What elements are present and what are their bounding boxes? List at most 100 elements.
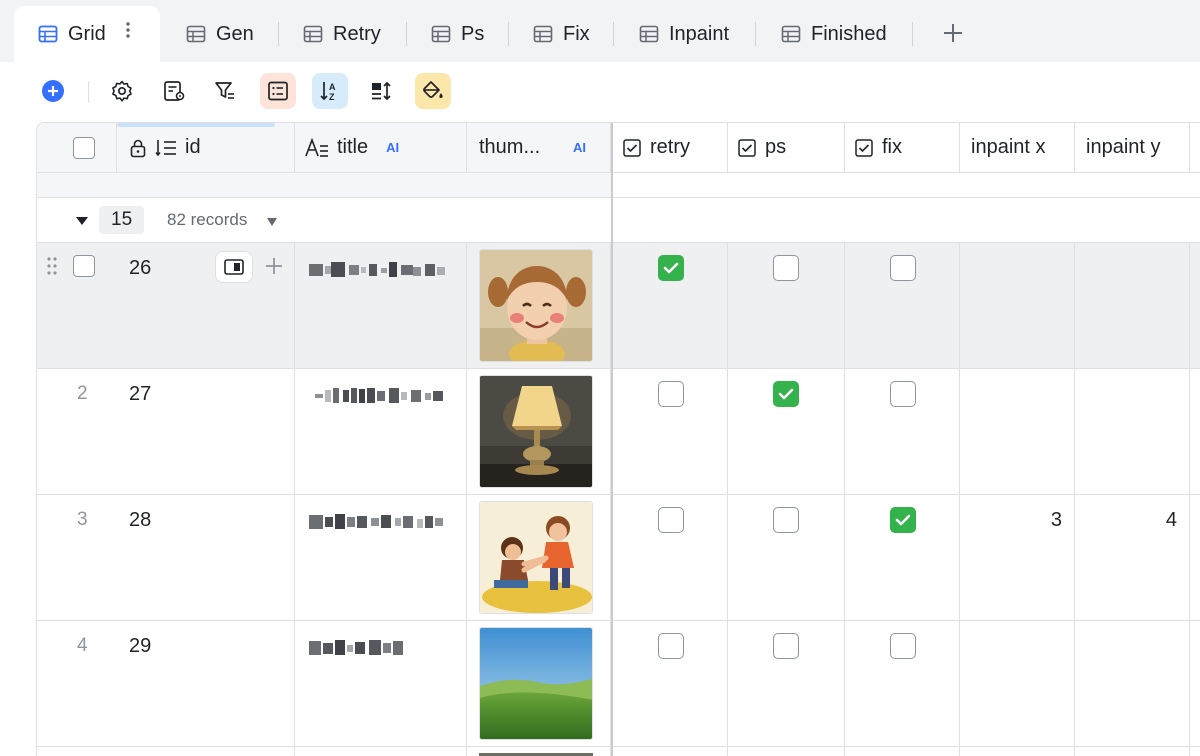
tab-fix[interactable]: Fix — [533, 6, 590, 62]
fix-cell[interactable] — [845, 747, 960, 756]
header-id[interactable]: id — [117, 123, 295, 173]
title-cell[interactable] — [295, 747, 467, 756]
fill-color-button[interactable] — [415, 73, 451, 109]
thumbnail-cell[interactable] — [467, 495, 611, 621]
tab-retry[interactable]: Retry — [303, 6, 381, 62]
ps-checkbox[interactable] — [773, 507, 799, 533]
settings-button[interactable] — [104, 73, 140, 109]
more-vertical-icon[interactable] — [124, 20, 132, 46]
tab-ps[interactable]: Ps — [431, 6, 484, 62]
row-id-cell[interactable] — [37, 747, 295, 756]
caret-down-icon[interactable] — [266, 217, 278, 227]
header-fix[interactable]: fix — [845, 123, 960, 173]
column-label: title — [337, 136, 369, 158]
select-all-checkbox[interactable] — [73, 137, 95, 159]
frozen-column-divider[interactable] — [611, 123, 613, 756]
tab-gen[interactable]: Gen — [186, 6, 254, 62]
retry-cell[interactable] — [613, 747, 728, 756]
inpaint-y-cell[interactable] — [1075, 243, 1190, 369]
thumbnail-cell[interactable] — [467, 621, 611, 747]
ps-checkbox[interactable] — [773, 381, 799, 407]
row-height-button[interactable] — [363, 73, 399, 109]
thumbnail-image[interactable] — [479, 501, 593, 614]
thumbnail-cell[interactable] — [467, 747, 611, 756]
row-id-cell[interactable]: 4 29 — [37, 621, 295, 747]
header-inpaint-x[interactable]: inpaint x — [960, 123, 1075, 173]
table-row[interactable]: 3 28 3 4 — [37, 495, 1200, 621]
add-view-button[interactable] — [938, 18, 968, 48]
fix-cell[interactable] — [845, 621, 960, 747]
filter-button[interactable] — [207, 73, 243, 109]
thumbnail-cell[interactable] — [467, 243, 611, 369]
row-id-cell[interactable]: 2 27 — [37, 369, 295, 495]
table-row[interactable]: 26 — [37, 243, 1200, 369]
retry-checkbox[interactable] — [658, 507, 684, 533]
ps-cell[interactable] — [728, 243, 845, 369]
thumbnail-image[interactable] — [479, 627, 593, 740]
tab-label: Inpaint — [669, 22, 730, 45]
inpaint-x-cell[interactable] — [960, 369, 1075, 495]
fix-checkbox[interactable] — [890, 255, 916, 281]
inpaint-x-cell[interactable]: 3 — [960, 495, 1075, 621]
retry-cell[interactable] — [613, 243, 728, 369]
ps-cell[interactable] — [728, 747, 845, 756]
ps-cell[interactable] — [728, 495, 845, 621]
text-field-icon — [305, 137, 329, 158]
sort-button[interactable]: AZ — [312, 73, 348, 109]
group-list-icon — [268, 81, 288, 101]
header-inpaint-y[interactable]: inpaint y — [1075, 123, 1190, 173]
redacted-title — [309, 514, 443, 529]
caret-down-icon[interactable] — [75, 215, 89, 227]
fix-cell[interactable] — [845, 495, 960, 621]
title-cell[interactable] — [295, 495, 467, 621]
inpaint-x-cell[interactable] — [960, 621, 1075, 747]
row-id-cell[interactable]: 3 28 — [37, 495, 295, 621]
tab-grid[interactable]: Grid — [14, 6, 160, 62]
inpaint-y-cell[interactable] — [1075, 621, 1190, 747]
view-tab-bar: Grid Gen Retry Ps Fix Inpaint Finished — [0, 0, 1200, 62]
retry-checkbox[interactable] — [658, 255, 684, 281]
retry-cell[interactable] — [613, 495, 728, 621]
retry-checkbox[interactable] — [658, 381, 684, 407]
title-cell[interactable] — [295, 243, 467, 369]
fix-cell[interactable] — [845, 369, 960, 495]
inpaint-y-cell[interactable] — [1075, 369, 1190, 495]
retry-cell[interactable] — [613, 621, 728, 747]
fix-checkbox[interactable] — [890, 633, 916, 659]
id-value: 29 — [129, 635, 152, 657]
inpaint-y-cell[interactable] — [1075, 747, 1190, 756]
check-icon — [778, 388, 794, 400]
header-ps[interactable]: ps — [728, 123, 845, 173]
title-cell[interactable] — [295, 369, 467, 495]
title-cell[interactable] — [295, 621, 467, 747]
thumbnail-image[interactable] — [479, 249, 593, 362]
ps-checkbox[interactable] — [773, 255, 799, 281]
gear-icon — [112, 80, 132, 102]
header-thumbnail[interactable]: thum... AI — [467, 123, 611, 173]
fix-checkbox[interactable] — [890, 507, 916, 533]
tab-finished[interactable]: Finished — [781, 6, 887, 62]
fix-checkbox[interactable] — [890, 381, 916, 407]
inpaint-x-cell[interactable] — [960, 747, 1075, 756]
fix-cell[interactable] — [845, 243, 960, 369]
ps-cell[interactable] — [728, 369, 845, 495]
header-title[interactable]: title AI — [295, 123, 467, 173]
thumbnail-image[interactable] — [479, 375, 593, 488]
group-button[interactable] — [260, 73, 296, 109]
retry-cell[interactable] — [613, 369, 728, 495]
table-row[interactable]: 2 27 — [37, 369, 1200, 495]
add-record-button[interactable] — [35, 73, 71, 109]
group-header[interactable]: 15 82 records — [37, 197, 1200, 243]
field-settings-button[interactable] — [156, 73, 192, 109]
inpaint-x-cell[interactable] — [960, 243, 1075, 369]
ps-cell[interactable] — [728, 621, 845, 747]
table-row[interactable] — [37, 747, 1200, 756]
header-retry[interactable]: retry — [613, 123, 728, 173]
ps-checkbox[interactable] — [773, 633, 799, 659]
retry-checkbox[interactable] — [658, 633, 684, 659]
tab-inpaint[interactable]: Inpaint — [639, 6, 729, 62]
thumbnail-cell[interactable] — [467, 369, 611, 495]
inpaint-y-cell[interactable]: 4 — [1075, 495, 1190, 621]
table-row[interactable]: 4 29 — [37, 621, 1200, 747]
column-label: inpaint y — [1086, 136, 1161, 158]
